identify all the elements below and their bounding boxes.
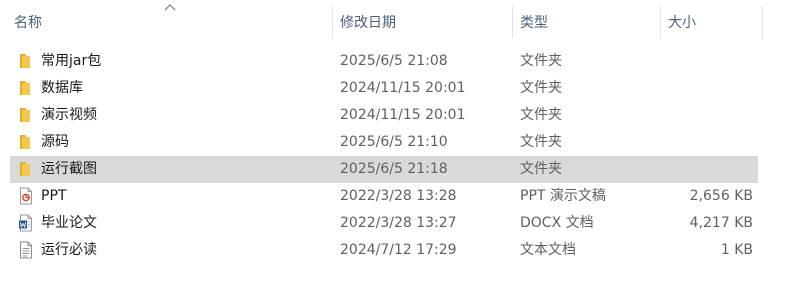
txt-file-icon <box>20 241 32 259</box>
file-name: PPT <box>41 188 67 204</box>
file-size: 2,656 KB <box>689 188 753 204</box>
file-name: 演示视频 <box>41 107 97 123</box>
column-divider[interactable] <box>660 6 661 38</box>
file-name: 运行必读 <box>41 242 97 258</box>
file-row[interactable]: 运行必读 2024/7/12 17:29 文本文档 1 KB <box>10 237 758 264</box>
file-row[interactable]: PPT 2022/3/28 13:28 PPT 演示文稿 2,656 KB <box>10 183 758 210</box>
file-type: 文件夹 <box>520 53 562 69</box>
file-type: PPT 演示文稿 <box>520 188 606 204</box>
file-type: 文件夹 <box>520 80 562 96</box>
file-type: 文件夹 <box>520 161 562 177</box>
file-name: 数据库 <box>41 80 83 96</box>
folder-icon <box>20 54 30 68</box>
column-header-size-label: 大小 <box>668 15 696 31</box>
file-name: 源码 <box>41 134 69 150</box>
column-header-bar: 名称 修改日期 类型 大小 <box>0 0 800 40</box>
folder-icon <box>20 135 30 149</box>
file-size: 4,217 KB <box>689 215 753 231</box>
file-explorer-details-view: 名称 修改日期 类型 大小 常用jar包 2025/6/5 21:08 文件夹 <box>0 0 800 307</box>
sort-up-chevron-icon <box>164 4 176 11</box>
file-date: 2024/7/12 17:29 <box>340 242 457 258</box>
file-name: 运行截图 <box>41 161 97 177</box>
file-name: 常用jar包 <box>41 53 102 69</box>
column-header-date[interactable]: 修改日期 <box>334 0 512 40</box>
column-header-date-label: 修改日期 <box>340 15 396 31</box>
file-type: 文件夹 <box>520 134 562 150</box>
file-row[interactable]: 数据库 2024/11/15 20:01 文件夹 <box>10 75 758 102</box>
file-size: 1 KB <box>720 242 753 258</box>
file-type: 文件夹 <box>520 107 562 123</box>
folder-icon <box>20 162 30 176</box>
file-date: 2022/3/28 13:28 <box>340 188 457 204</box>
pptx-file-icon <box>20 187 32 205</box>
file-row[interactable]: 常用jar包 2025/6/5 21:08 文件夹 <box>10 48 758 75</box>
file-row[interactable]: 源码 2025/6/5 21:10 文件夹 <box>10 129 758 156</box>
folder-icon <box>20 108 30 122</box>
column-divider[interactable] <box>332 6 333 38</box>
column-divider[interactable] <box>762 6 763 38</box>
column-header-type-label: 类型 <box>520 15 548 31</box>
column-header-type[interactable]: 类型 <box>514 0 660 40</box>
file-date: 2025/6/5 21:10 <box>340 134 448 150</box>
column-header-size[interactable]: 大小 <box>662 0 762 40</box>
file-row[interactable]: 毕业论文 2022/3/28 13:27 DOCX 文档 4,217 KB <box>10 210 758 237</box>
folder-icon <box>20 81 30 95</box>
file-name: 毕业论文 <box>41 215 97 231</box>
file-date: 2024/11/15 20:01 <box>340 80 466 96</box>
file-date: 2025/6/5 21:18 <box>340 161 448 177</box>
file-type: DOCX 文档 <box>520 215 594 231</box>
column-header-name-label: 名称 <box>14 15 42 31</box>
docx-file-icon <box>19 214 32 232</box>
file-row-selected[interactable]: 运行截图 2025/6/5 21:18 文件夹 <box>10 156 758 183</box>
file-date: 2025/6/5 21:08 <box>340 53 448 69</box>
file-date: 2024/11/15 20:01 <box>340 107 466 123</box>
file-type: 文本文档 <box>520 242 576 258</box>
column-divider[interactable] <box>512 6 513 38</box>
file-row[interactable]: 演示视频 2024/11/15 20:01 文件夹 <box>10 102 758 129</box>
file-date: 2022/3/28 13:27 <box>340 215 457 231</box>
